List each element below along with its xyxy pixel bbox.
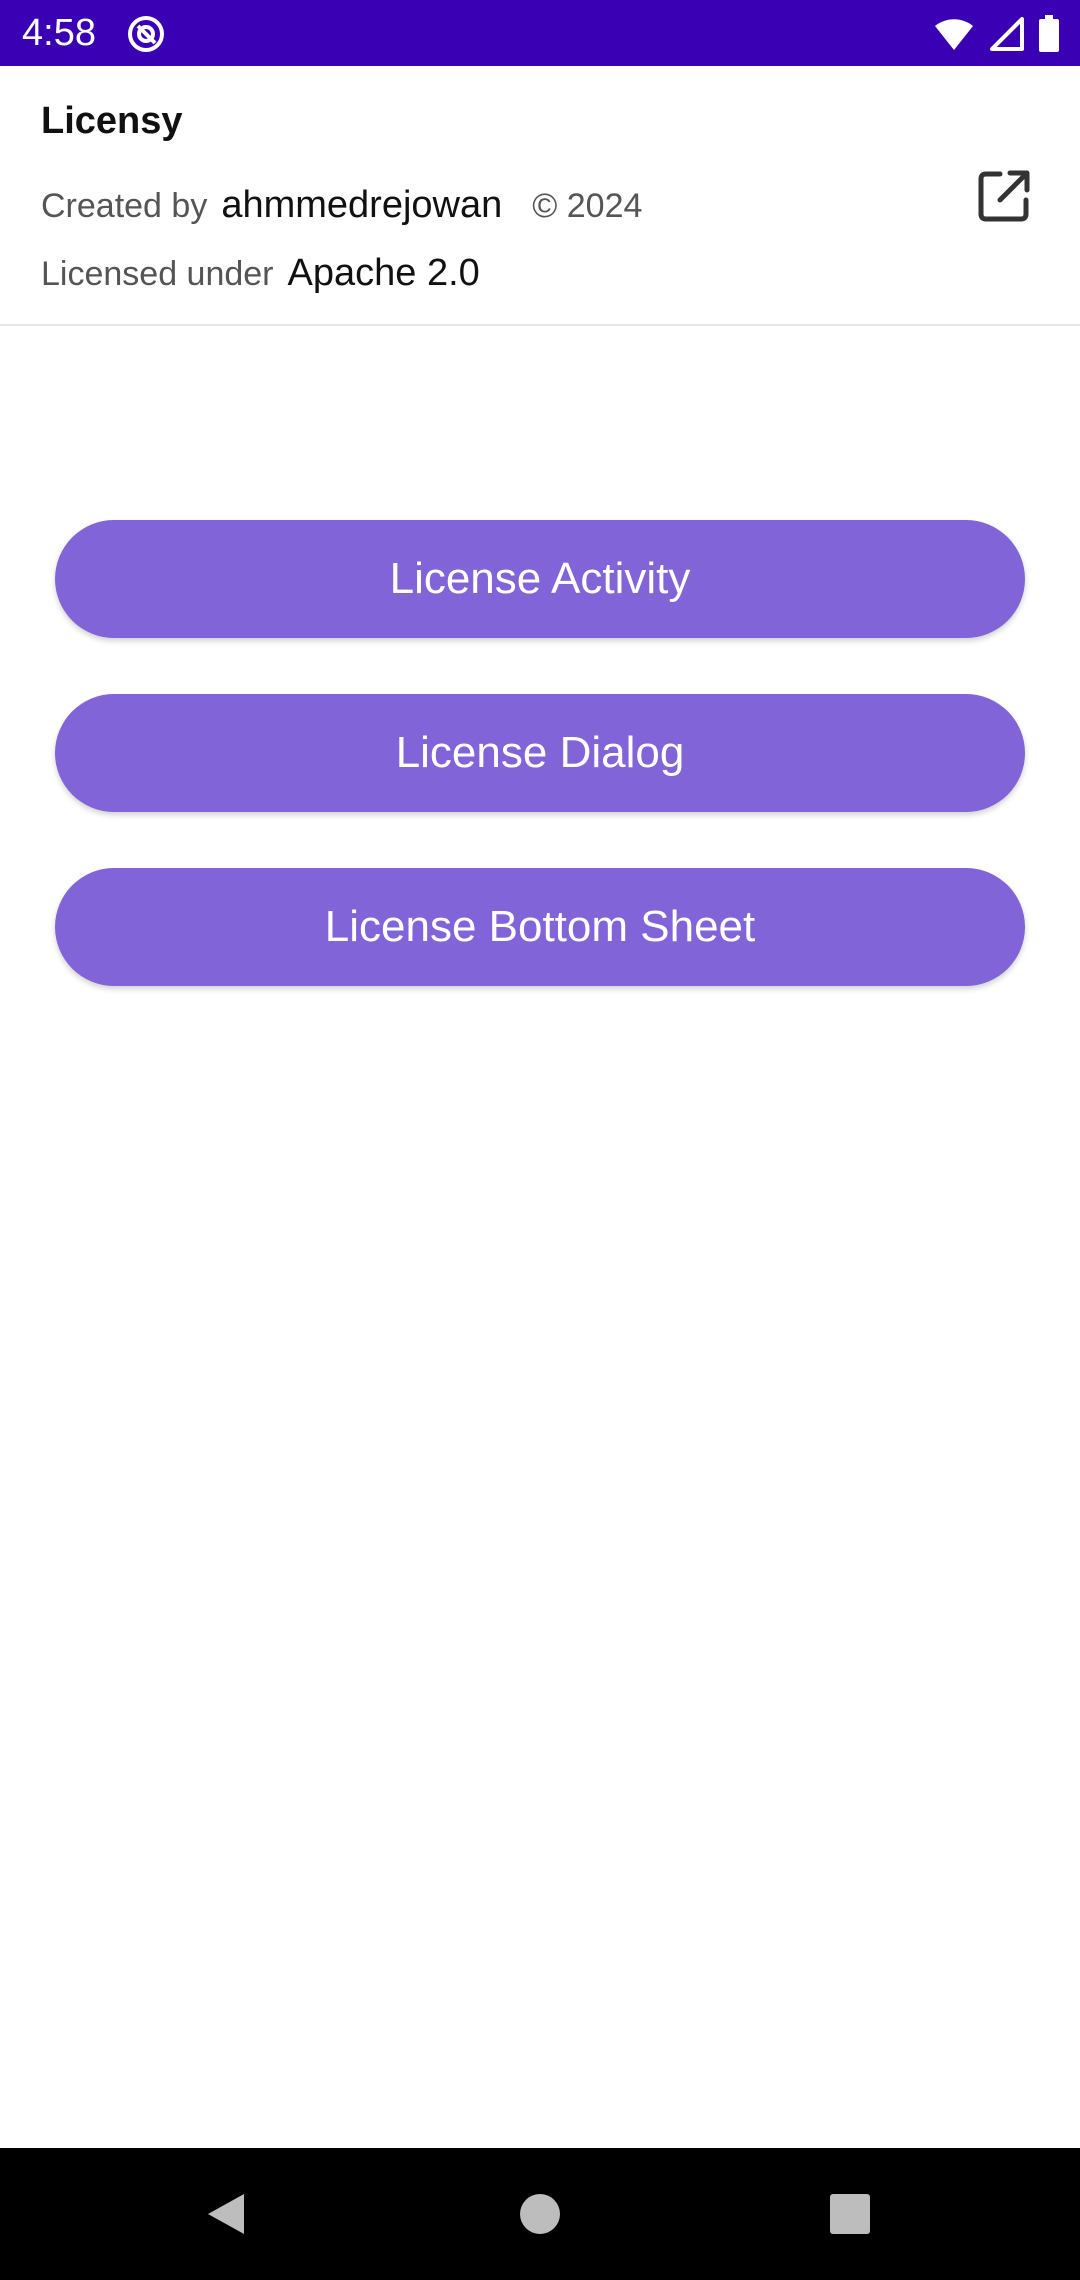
- open-in-new-icon[interactable]: [976, 168, 1032, 224]
- app-title: Licensy: [41, 100, 183, 142]
- created-by-label: Created by: [41, 187, 208, 225]
- license-dialog-button[interactable]: License Dialog: [55, 694, 1025, 812]
- navigation-bar: [0, 2148, 1080, 2280]
- license-bottom-sheet-button[interactable]: License Bottom Sheet: [55, 868, 1025, 986]
- at-sign-icon: [128, 16, 164, 52]
- back-icon[interactable]: [200, 2188, 252, 2240]
- licensed-under-label: Licensed under: [41, 255, 274, 293]
- wifi-icon: [935, 19, 973, 50]
- status-time: 4:58: [22, 12, 96, 54]
- copyright-text: © 2024: [532, 187, 643, 225]
- battery-icon: [1039, 15, 1059, 52]
- screen: 4:58 Licensy Created by ahmmedrejowan © …: [0, 0, 1080, 2280]
- home-icon[interactable]: [514, 2188, 566, 2240]
- signal-icon: [990, 17, 1024, 51]
- recents-icon[interactable]: [824, 2188, 876, 2240]
- license-name: Apache 2.0: [287, 252, 480, 294]
- license-activity-button[interactable]: License Activity: [55, 520, 1025, 638]
- licensed-under-row: Licensed under Apache 2.0: [41, 252, 480, 295]
- status-bar: 4:58: [0, 0, 1080, 66]
- status-icons: [934, 12, 1060, 56]
- created-by-row: Created by ahmmedrejowan © 2024: [41, 184, 642, 227]
- app-header: Licensy Created by ahmmedrejowan © 2024 …: [0, 66, 1080, 326]
- author-name: ahmmedrejowan: [221, 184, 503, 226]
